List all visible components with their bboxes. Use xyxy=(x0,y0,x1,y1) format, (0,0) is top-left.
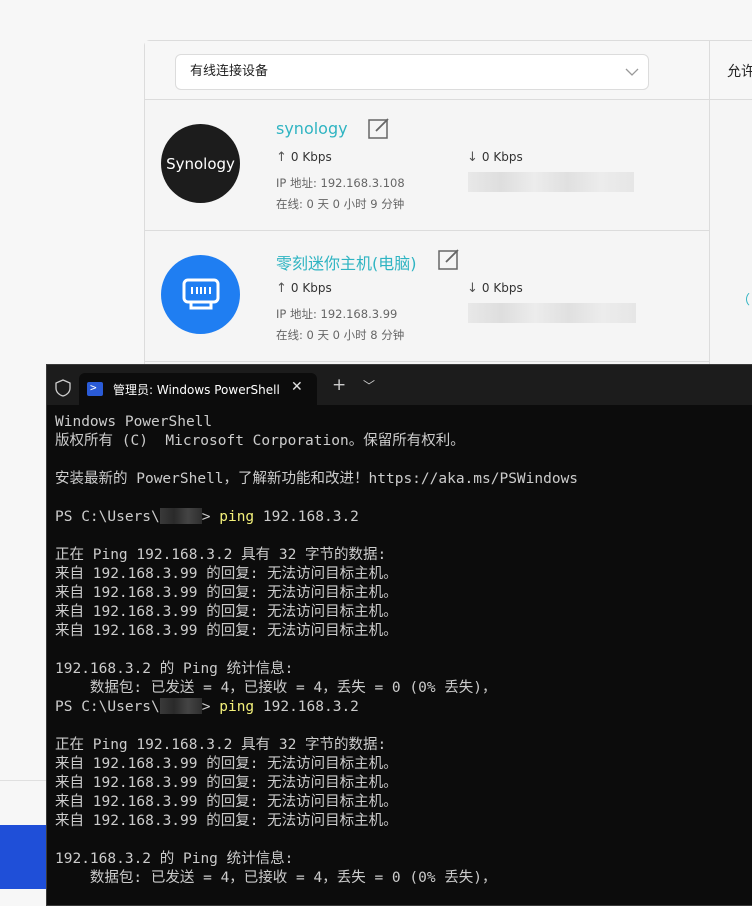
terminal-tab-bar: > 管理员: Windows PowerShell ✕ + ﹀ xyxy=(47,365,752,405)
divider xyxy=(0,780,48,781)
powershell-icon: > xyxy=(87,381,103,396)
output-line: 正在 Ping 192.168.3.2 具有 32 字节的数据: xyxy=(55,737,387,753)
close-icon[interactable]: ✕ xyxy=(291,379,303,395)
output-line: 版权所有 (C) Microsoft Corporation。保留所有权利。 xyxy=(55,433,465,449)
output-line: 来自 192.168.3.99 的回复: 无法访问目标主机。 xyxy=(55,604,398,620)
new-tab-button[interactable]: + xyxy=(332,375,346,395)
output-line: 来自 192.168.3.99 的回复: 无法访问目标主机。 xyxy=(55,775,398,791)
command: ping xyxy=(219,509,255,525)
prompt-suffix: > xyxy=(201,509,220,525)
redacted-mac xyxy=(468,303,636,323)
edit-icon[interactable] xyxy=(368,117,390,139)
arrow-down-icon: ↓ xyxy=(467,150,478,165)
download-rate-value: 0 Kbps xyxy=(481,281,523,295)
redacted-mac xyxy=(468,172,634,192)
output-line: 来自 192.168.3.99 的回复: 无法访问目标主机。 xyxy=(55,566,398,582)
device-note-link[interactable]: （自 xyxy=(737,289,752,308)
taskbar-strip xyxy=(0,825,48,889)
prompt-line: PS C:\Users\ > ping 192.168.3.2 xyxy=(55,698,752,717)
ethernet-port-icon xyxy=(161,255,240,334)
device-list-panel: 有线连接设备 允许 Synology synology ↑ 0 Kbps ↓ 0 K… xyxy=(144,40,752,382)
prompt-suffix: > xyxy=(201,699,220,715)
column-divider xyxy=(709,41,710,381)
device-filter-select[interactable]: 有线连接设备 xyxy=(175,54,649,90)
device-row: 零刻迷你主机(电脑) ↑ 0 Kbps ↓ 0 Kbps IP 地址: 192.16… xyxy=(145,231,709,362)
output-line: 数据包: 已发送 = 4，已接收 = 4，丢失 = 0 (0% 丢失)， xyxy=(55,680,497,696)
shield-icon xyxy=(55,379,71,397)
column-header-allow: 允许 xyxy=(727,64,752,80)
device-online-time: 在线: 0 天 0 小时 9 分钟 xyxy=(276,197,405,211)
device-row: Synology synology ↑ 0 Kbps ↓ 0 Kbps IP 地址:… xyxy=(145,100,709,231)
command: ping xyxy=(219,699,255,715)
arrow-down-icon: ↓ xyxy=(467,281,478,296)
redacted-username xyxy=(159,508,202,524)
upload-rate-value: 0 Kbps xyxy=(290,150,332,164)
avatar-text: Synology xyxy=(166,154,235,173)
panel-header: 有线连接设备 xyxy=(145,41,752,100)
device-filter-value: 有线连接设备 xyxy=(190,64,269,79)
upload-rate: ↑ 0 Kbps xyxy=(276,281,332,296)
prompt-line: PS C:\Users\ > ping 192.168.3.2 xyxy=(55,508,752,527)
output-line: 来自 192.168.3.99 的回复: 无法访问目标主机。 xyxy=(55,813,398,829)
output-line: 192.168.3.2 的 Ping 统计信息: xyxy=(55,851,294,867)
output-line: 正在 Ping 192.168.3.2 具有 32 字节的数据: xyxy=(55,547,387,563)
chevron-down-icon xyxy=(625,68,639,76)
output-line: 来自 192.168.3.99 的回复: 无法访问目标主机。 xyxy=(55,585,398,601)
device-ip: IP 地址: 192.168.3.99 xyxy=(276,307,398,321)
device-online-time: 在线: 0 天 0 小时 8 分钟 xyxy=(276,328,405,342)
edit-icon[interactable] xyxy=(438,248,460,270)
arrow-up-icon: ↑ xyxy=(276,281,287,296)
device-name: synology xyxy=(276,119,348,138)
tab-title: 管理员: Windows PowerShell xyxy=(113,383,280,397)
upload-rate-value: 0 Kbps xyxy=(290,281,332,295)
download-rate: ↓ 0 Kbps xyxy=(467,281,523,296)
powershell-window: > 管理员: Windows PowerShell ✕ + ﹀ Windows … xyxy=(46,364,752,906)
chevron-down-icon[interactable]: ﹀ xyxy=(363,377,375,394)
device-ip: IP 地址: 192.168.3.108 xyxy=(276,176,405,190)
command-argument: 192.168.3.2 xyxy=(254,509,359,525)
device-name: 零刻迷你主机(电脑) xyxy=(276,254,417,273)
arrow-up-icon: ↑ xyxy=(276,150,287,165)
download-rate: ↓ 0 Kbps xyxy=(467,150,523,165)
command-argument: 192.168.3.2 xyxy=(254,699,359,715)
output-line: 数据包: 已发送 = 4，已接收 = 4，丢失 = 0 (0% 丢失)， xyxy=(55,870,497,886)
terminal-output[interactable]: Windows PowerShell 版权所有 (C) Microsoft Co… xyxy=(55,413,752,888)
output-line: Windows PowerShell xyxy=(55,414,213,430)
terminal-tab[interactable]: > 管理员: Windows PowerShell ✕ xyxy=(79,373,317,405)
output-line: 来自 192.168.3.99 的回复: 无法访问目标主机。 xyxy=(55,756,398,772)
redacted-username xyxy=(159,698,202,714)
output-line: 来自 192.168.3.99 的回复: 无法访问目标主机。 xyxy=(55,623,398,639)
output-line: 安装最新的 PowerShell，了解新功能和改进！https://aka.ms… xyxy=(55,471,579,487)
output-line: 来自 192.168.3.99 的回复: 无法访问目标主机。 xyxy=(55,794,398,810)
synology-logo-avatar: Synology xyxy=(161,124,240,203)
prompt-prefix: PS C:\Users\ xyxy=(55,699,160,715)
prompt-prefix: PS C:\Users\ xyxy=(55,509,160,525)
download-rate-value: 0 Kbps xyxy=(481,150,523,164)
output-line: 192.168.3.2 的 Ping 统计信息: xyxy=(55,661,294,677)
upload-rate: ↑ 0 Kbps xyxy=(276,150,332,165)
